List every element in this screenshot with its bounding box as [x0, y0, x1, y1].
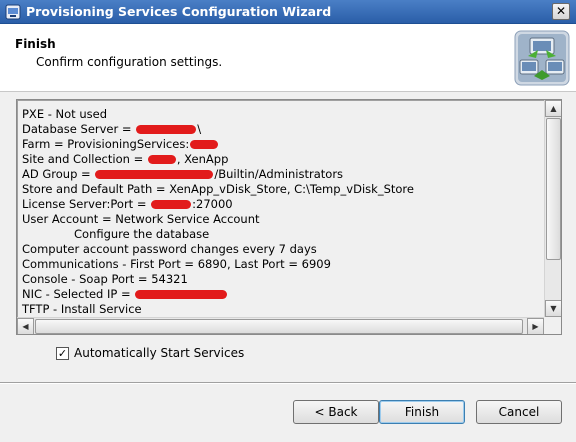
summary-line: Console - Soap Port = 54321 [22, 272, 188, 286]
close-icon: ✕ [555, 4, 567, 18]
arrow-down-icon: ▼ [550, 304, 557, 313]
horizontal-scroll-thumb[interactable] [35, 319, 523, 334]
summary-lines: PXE - Not used Database Server = \ Farm … [22, 107, 540, 317]
redaction-mark [135, 290, 228, 299]
horizontal-scrollbar[interactable]: ◀ ▶ [17, 317, 544, 334]
title-bar[interactable]: Provisioning Services Configuration Wiza… [0, 0, 576, 24]
network-computers-icon [514, 30, 570, 86]
auto-start-checkbox[interactable]: ✓ [56, 347, 69, 360]
page-title: Finish [15, 37, 56, 51]
summary-line: User Account = Network Service Account [22, 212, 260, 226]
redaction-mark [151, 200, 192, 209]
redaction-mark [147, 155, 176, 164]
summary-line: NIC - Selected IP = [22, 287, 540, 302]
summary-line: Database Server = \ [22, 122, 202, 136]
scroll-right-button[interactable]: ▶ [527, 318, 544, 334]
scroll-left-button[interactable]: ◀ [17, 318, 34, 334]
summary-line: TFTP - Install Service [22, 302, 142, 316]
summary-line: License Server:Port = :27000 [22, 197, 233, 211]
summary-line: Site and Collection = , XenApp [22, 152, 229, 166]
arrow-left-icon: ◀ [22, 322, 29, 331]
summary-line: Configure the database [74, 227, 210, 241]
redaction-mark [95, 170, 214, 179]
redaction-mark [190, 140, 219, 149]
summary-line: Computer account password changes every … [22, 242, 317, 256]
arrow-up-icon: ▲ [550, 104, 557, 113]
summary-line: Store and Default Path = XenApp_vDisk_St… [22, 182, 414, 196]
summary-textbox[interactable]: PXE - Not used Database Server = \ Farm … [16, 99, 562, 335]
finish-button[interactable]: Finish [379, 400, 465, 424]
footer-separator [0, 382, 576, 384]
close-button[interactable]: ✕ [552, 3, 570, 20]
checkmark-icon: ✓ [57, 347, 68, 360]
summary-line: PXE - Not used [22, 107, 107, 121]
summary-line: Farm = ProvisioningServices: [22, 137, 540, 152]
scroll-down-button[interactable]: ▼ [545, 300, 561, 317]
page-subtitle: Confirm configuration settings. [36, 55, 223, 69]
auto-start-label[interactable]: Automatically Start Services [74, 346, 244, 360]
scrollbar-corner [544, 317, 561, 334]
vertical-scrollbar[interactable]: ▲ ▼ [544, 100, 561, 317]
summary-line: AD Group = /Builtin/Administrators [22, 167, 344, 181]
back-button[interactable]: < Back [293, 400, 379, 424]
window-title: Provisioning Services Configuration Wiza… [26, 4, 332, 19]
scroll-up-button[interactable]: ▲ [545, 100, 561, 117]
summary-line: Communications - First Port = 6890, Last… [22, 257, 331, 271]
vertical-scroll-thumb[interactable] [546, 118, 561, 260]
cancel-button[interactable]: Cancel [476, 400, 562, 424]
app-icon [5, 4, 21, 20]
wizard-window: Provisioning Services Configuration Wiza… [0, 0, 576, 442]
header-panel: Finish Confirm configuration settings. [0, 24, 576, 92]
arrow-right-icon: ▶ [532, 322, 539, 331]
redaction-mark [136, 125, 197, 134]
